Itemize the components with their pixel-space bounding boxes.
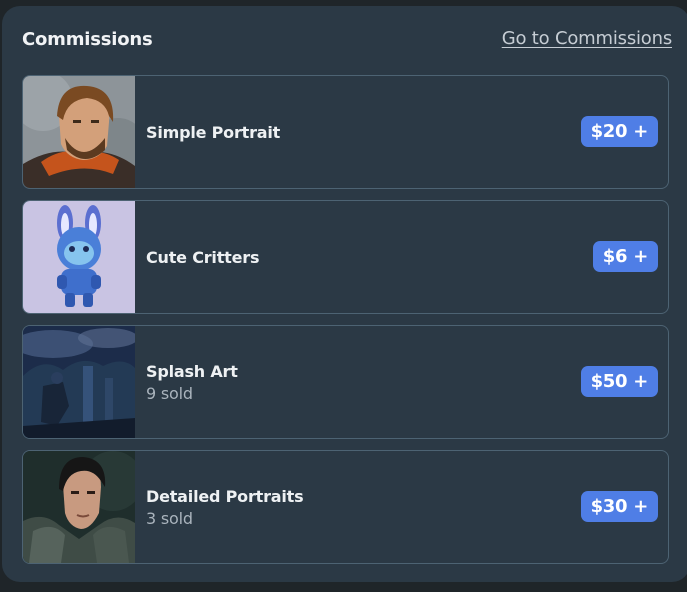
item-sold-count: 3 sold: [146, 508, 193, 528]
price-badge[interactable]: $6 +: [592, 241, 658, 272]
commission-list: Simple Portrait $20 + Cute Critters $6 +…: [22, 75, 669, 575]
commission-card-simple-portrait[interactable]: Simple Portrait $20 +: [22, 75, 669, 189]
commissions-panel: Commissions Go to Commissions Simple Por…: [2, 6, 687, 582]
price-badge[interactable]: $20 +: [580, 116, 658, 147]
card-info: Cute Critters: [146, 201, 259, 313]
commission-card-detailed-portraits[interactable]: Detailed Portraits 3 sold $30 +: [22, 450, 669, 564]
card-info: Simple Portrait: [146, 76, 280, 188]
panel-header: Commissions Go to Commissions: [22, 28, 672, 54]
price-badge[interactable]: $50 +: [580, 366, 658, 397]
night-scene-splash-thumbnail: [23, 326, 135, 438]
go-to-commissions-link[interactable]: Go to Commissions: [502, 28, 672, 49]
bearded-man-portrait-thumbnail: [23, 76, 135, 188]
commission-card-cute-critters[interactable]: Cute Critters $6 +: [22, 200, 669, 314]
armored-man-portrait-thumbnail: [23, 451, 135, 563]
commission-card-splash-art[interactable]: Splash Art 9 sold $50 +: [22, 325, 669, 439]
card-info: Splash Art 9 sold: [146, 326, 238, 438]
item-name: Cute Critters: [146, 247, 260, 267]
panel-title: Commissions: [22, 29, 153, 50]
item-name: Detailed Portraits: [146, 486, 304, 506]
card-info: Detailed Portraits 3 sold: [146, 451, 304, 563]
item-name: Simple Portrait: [146, 122, 281, 142]
item-name: Splash Art: [146, 361, 238, 381]
blue-bunny-critter-thumbnail: [23, 201, 135, 313]
item-sold-count: 9 sold: [146, 383, 193, 403]
price-badge[interactable]: $30 +: [580, 491, 658, 522]
